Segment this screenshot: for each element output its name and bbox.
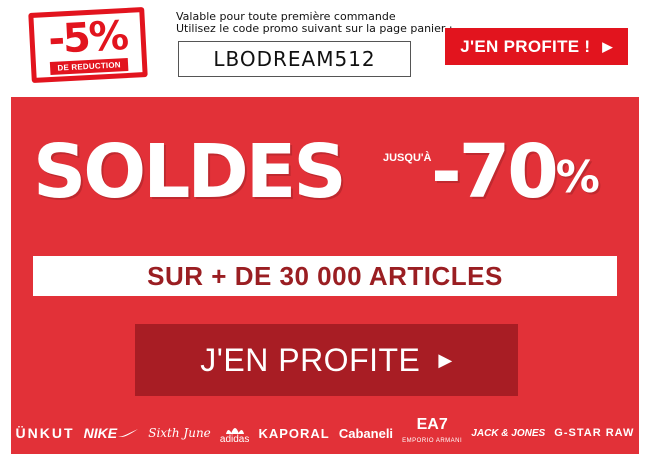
promo-instructions: Valable pour toute première commande Uti…	[176, 11, 453, 35]
articles-subtitle: SUR + DE 30 000 ARTICLES	[33, 256, 617, 296]
brand-jack-jones[interactable]: JACK & JONES	[471, 428, 545, 439]
brand-kaporal[interactable]: KAPORAL	[258, 426, 329, 441]
brand-adidas[interactable]: adidas	[220, 422, 249, 445]
brand-ea7[interactable]: EA7 EMPORIO ARMANI	[402, 417, 462, 449]
brand-adidas-label: adidas	[219, 433, 250, 445]
top-cta-button[interactable]: J'EN PROFITE ! ▶	[445, 28, 628, 65]
brand-gstar[interactable]: G-STAR RAW	[554, 427, 634, 439]
brand-sixth-june[interactable]: Sixth June	[148, 427, 211, 439]
adidas-trefoil-icon	[225, 427, 244, 434]
sale-banner[interactable]: SOLDES JUSQU'À -70% SUR + DE 30 000 ARTI…	[11, 97, 639, 454]
promo-code-box[interactable]: LBODREAM512	[178, 41, 411, 77]
brand-cabaneli[interactable]: Cabaneli	[339, 426, 393, 441]
top-cta-label: J'EN PROFITE !	[460, 36, 591, 56]
promo-line-2: Utilisez le code promo suivant sur la pa…	[176, 22, 453, 35]
sale-title: SOLDES	[33, 129, 347, 215]
stamp-label: DE REDUCTION	[49, 57, 129, 76]
sale-discount-value: -70	[431, 129, 559, 215]
stamp-value: -5%	[47, 12, 129, 64]
nike-swoosh-icon	[118, 429, 139, 438]
sale-discount: -70%	[431, 127, 600, 217]
brand-ea7-sub: EMPORIO ARMANI	[402, 438, 463, 444]
discount-stamp: -5% DE REDUCTION	[28, 7, 148, 83]
upto-label: JUSQU'À	[383, 152, 432, 164]
main-cta-button[interactable]: J'EN PROFITE ▶	[135, 324, 518, 396]
triangle-right-icon: ▶	[602, 38, 613, 54]
brand-nike-label: NIKE	[83, 425, 118, 441]
sale-discount-unit: %	[555, 152, 600, 203]
brand-logos: ÜNKUT NIKE Sixth June adidas KAPORAL Cab…	[11, 412, 639, 454]
brand-unkut[interactable]: ÜNKUT	[16, 425, 75, 441]
brand-ea7-label: EA7	[416, 416, 448, 433]
triangle-right-icon: ▶	[438, 349, 453, 370]
main-cta-label: J'EN PROFITE	[200, 341, 421, 378]
brand-nike[interactable]: NIKE	[84, 425, 139, 441]
